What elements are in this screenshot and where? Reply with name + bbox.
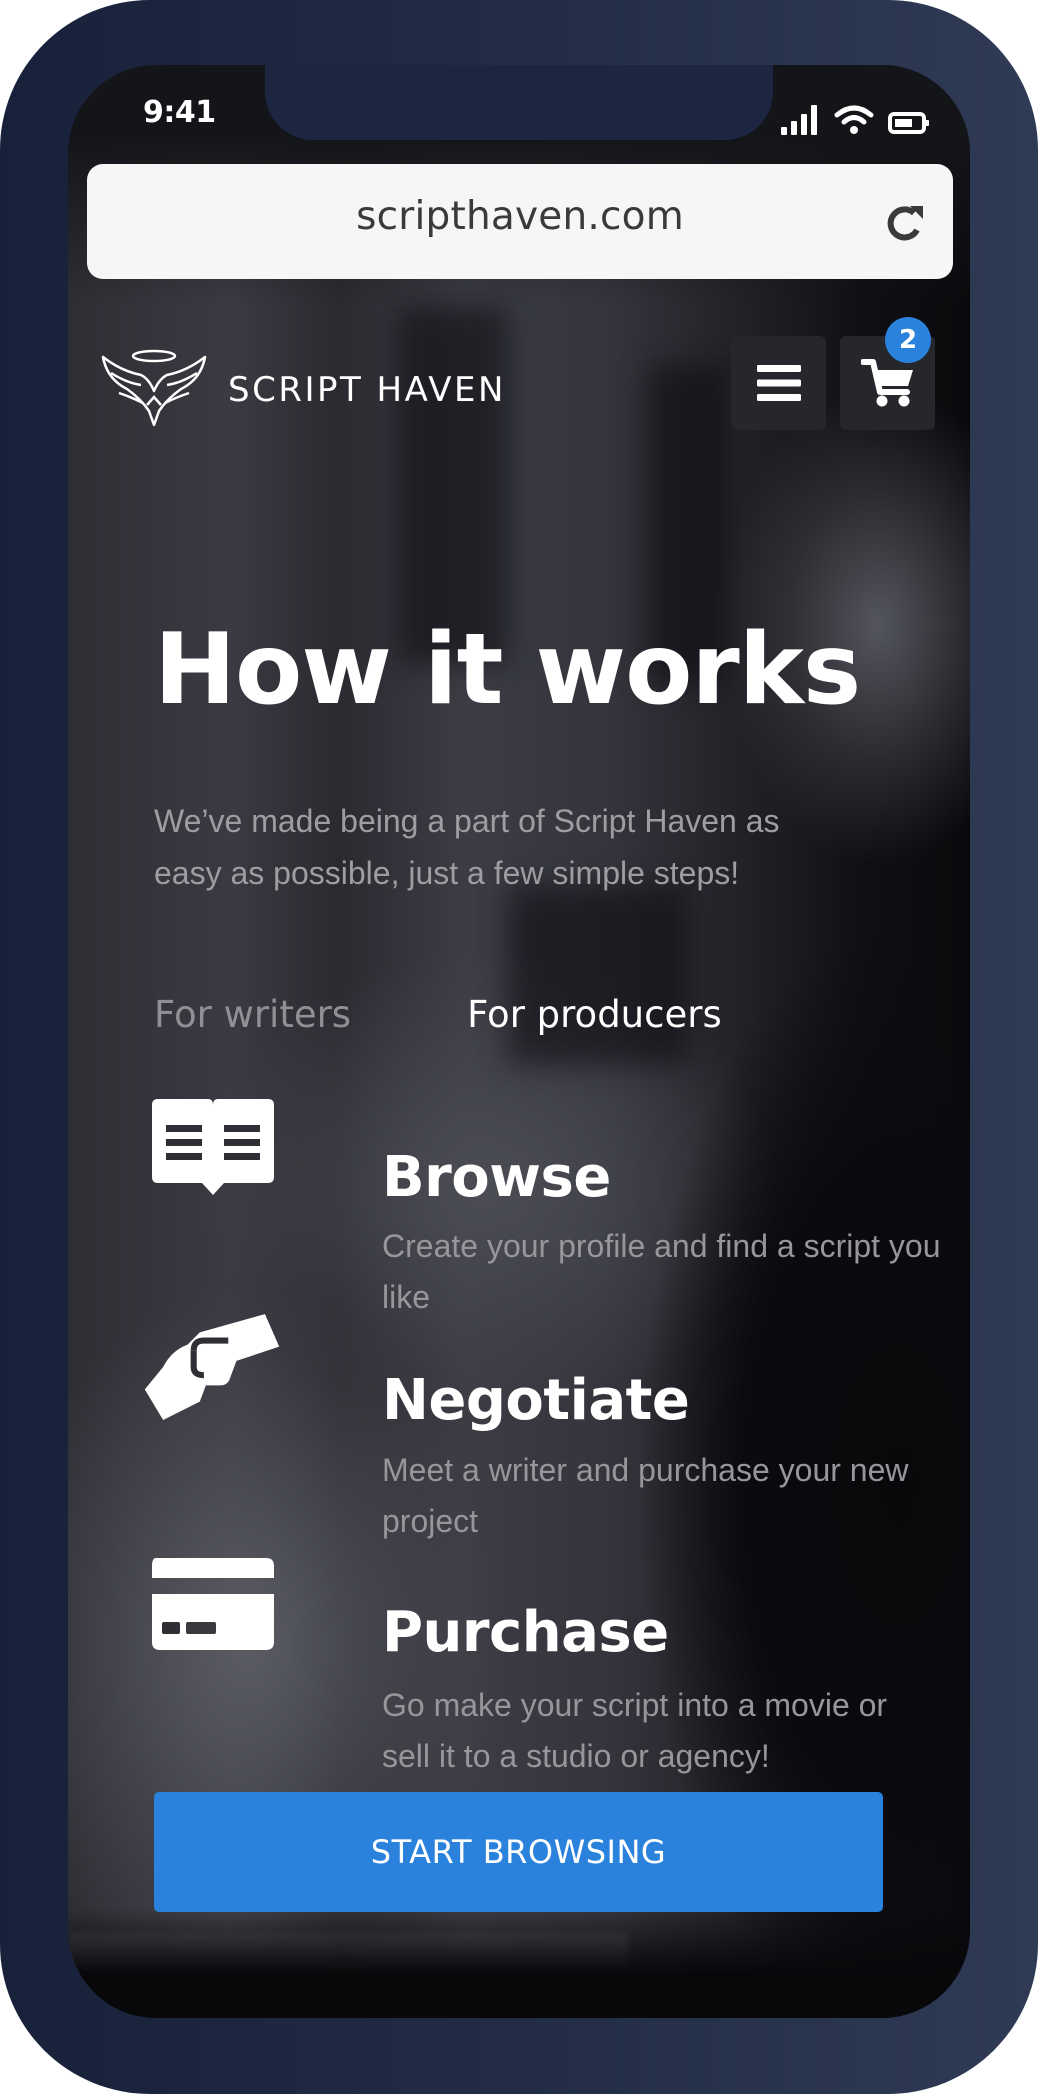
battery-icon [888,112,929,134]
open-book-icon [152,1099,274,1195]
phone-frame: 9:41 scripthaven.com SCRIPT HAVEN 2 How … [0,0,1038,2094]
cellular-signal-icon [781,105,817,135]
start-browsing-button[interactable]: START BROWSING [154,1792,883,1912]
menu-button[interactable] [731,336,826,430]
site-header: SCRIPT HAVEN 2 [68,317,970,435]
step-description: Go make your script into a movie or sell… [382,1687,888,1774]
shopping-cart-icon [860,359,913,407]
handshake-money-icon [144,1314,280,1420]
background-shadow [508,885,688,1065]
step-title: Purchase [382,1600,669,1665]
status-time: 9:41 [143,95,216,130]
hamburger-menu-icon [756,365,801,401]
step-title: Browse [382,1145,611,1210]
status-icons [780,103,930,135]
audience-tabs: For writers For producers [154,993,722,1036]
browser-url-bar[interactable]: scripthaven.com [87,164,953,279]
intro-text: We’ve made being a part of Script Haven … [154,803,780,891]
credit-card-icon [152,1558,274,1650]
background-bottom-fade [68,1908,970,2018]
step-negotiate: Negotiate Meet a writer and purchase you… [144,1314,946,1539]
step-title: Negotiate [382,1368,690,1433]
tab-for-writers[interactable]: For writers [154,993,351,1036]
step-browse: Browse Create your profile and find a sc… [146,1097,946,1315]
tab-for-producers[interactable]: For producers [467,993,722,1036]
wifi-icon [834,105,874,134]
winged-halo-logo-icon[interactable] [97,349,211,427]
cart-count-badge: 2 [885,317,931,363]
brand-name[interactable]: SCRIPT HAVEN [228,370,506,410]
phone-screen: 9:41 scripthaven.com SCRIPT HAVEN 2 How … [68,65,970,2018]
step-description: Meet a writer and purchase your new proj… [382,1452,909,1539]
url-text[interactable]: scripthaven.com [87,194,953,239]
reload-icon[interactable] [883,202,927,246]
step-description: Create your profile and find a script yo… [382,1228,941,1315]
page-title: How it works [154,613,861,727]
phone-notch [265,65,773,140]
step-purchase: Purchase Go make your script into a movi… [146,1556,946,1774]
